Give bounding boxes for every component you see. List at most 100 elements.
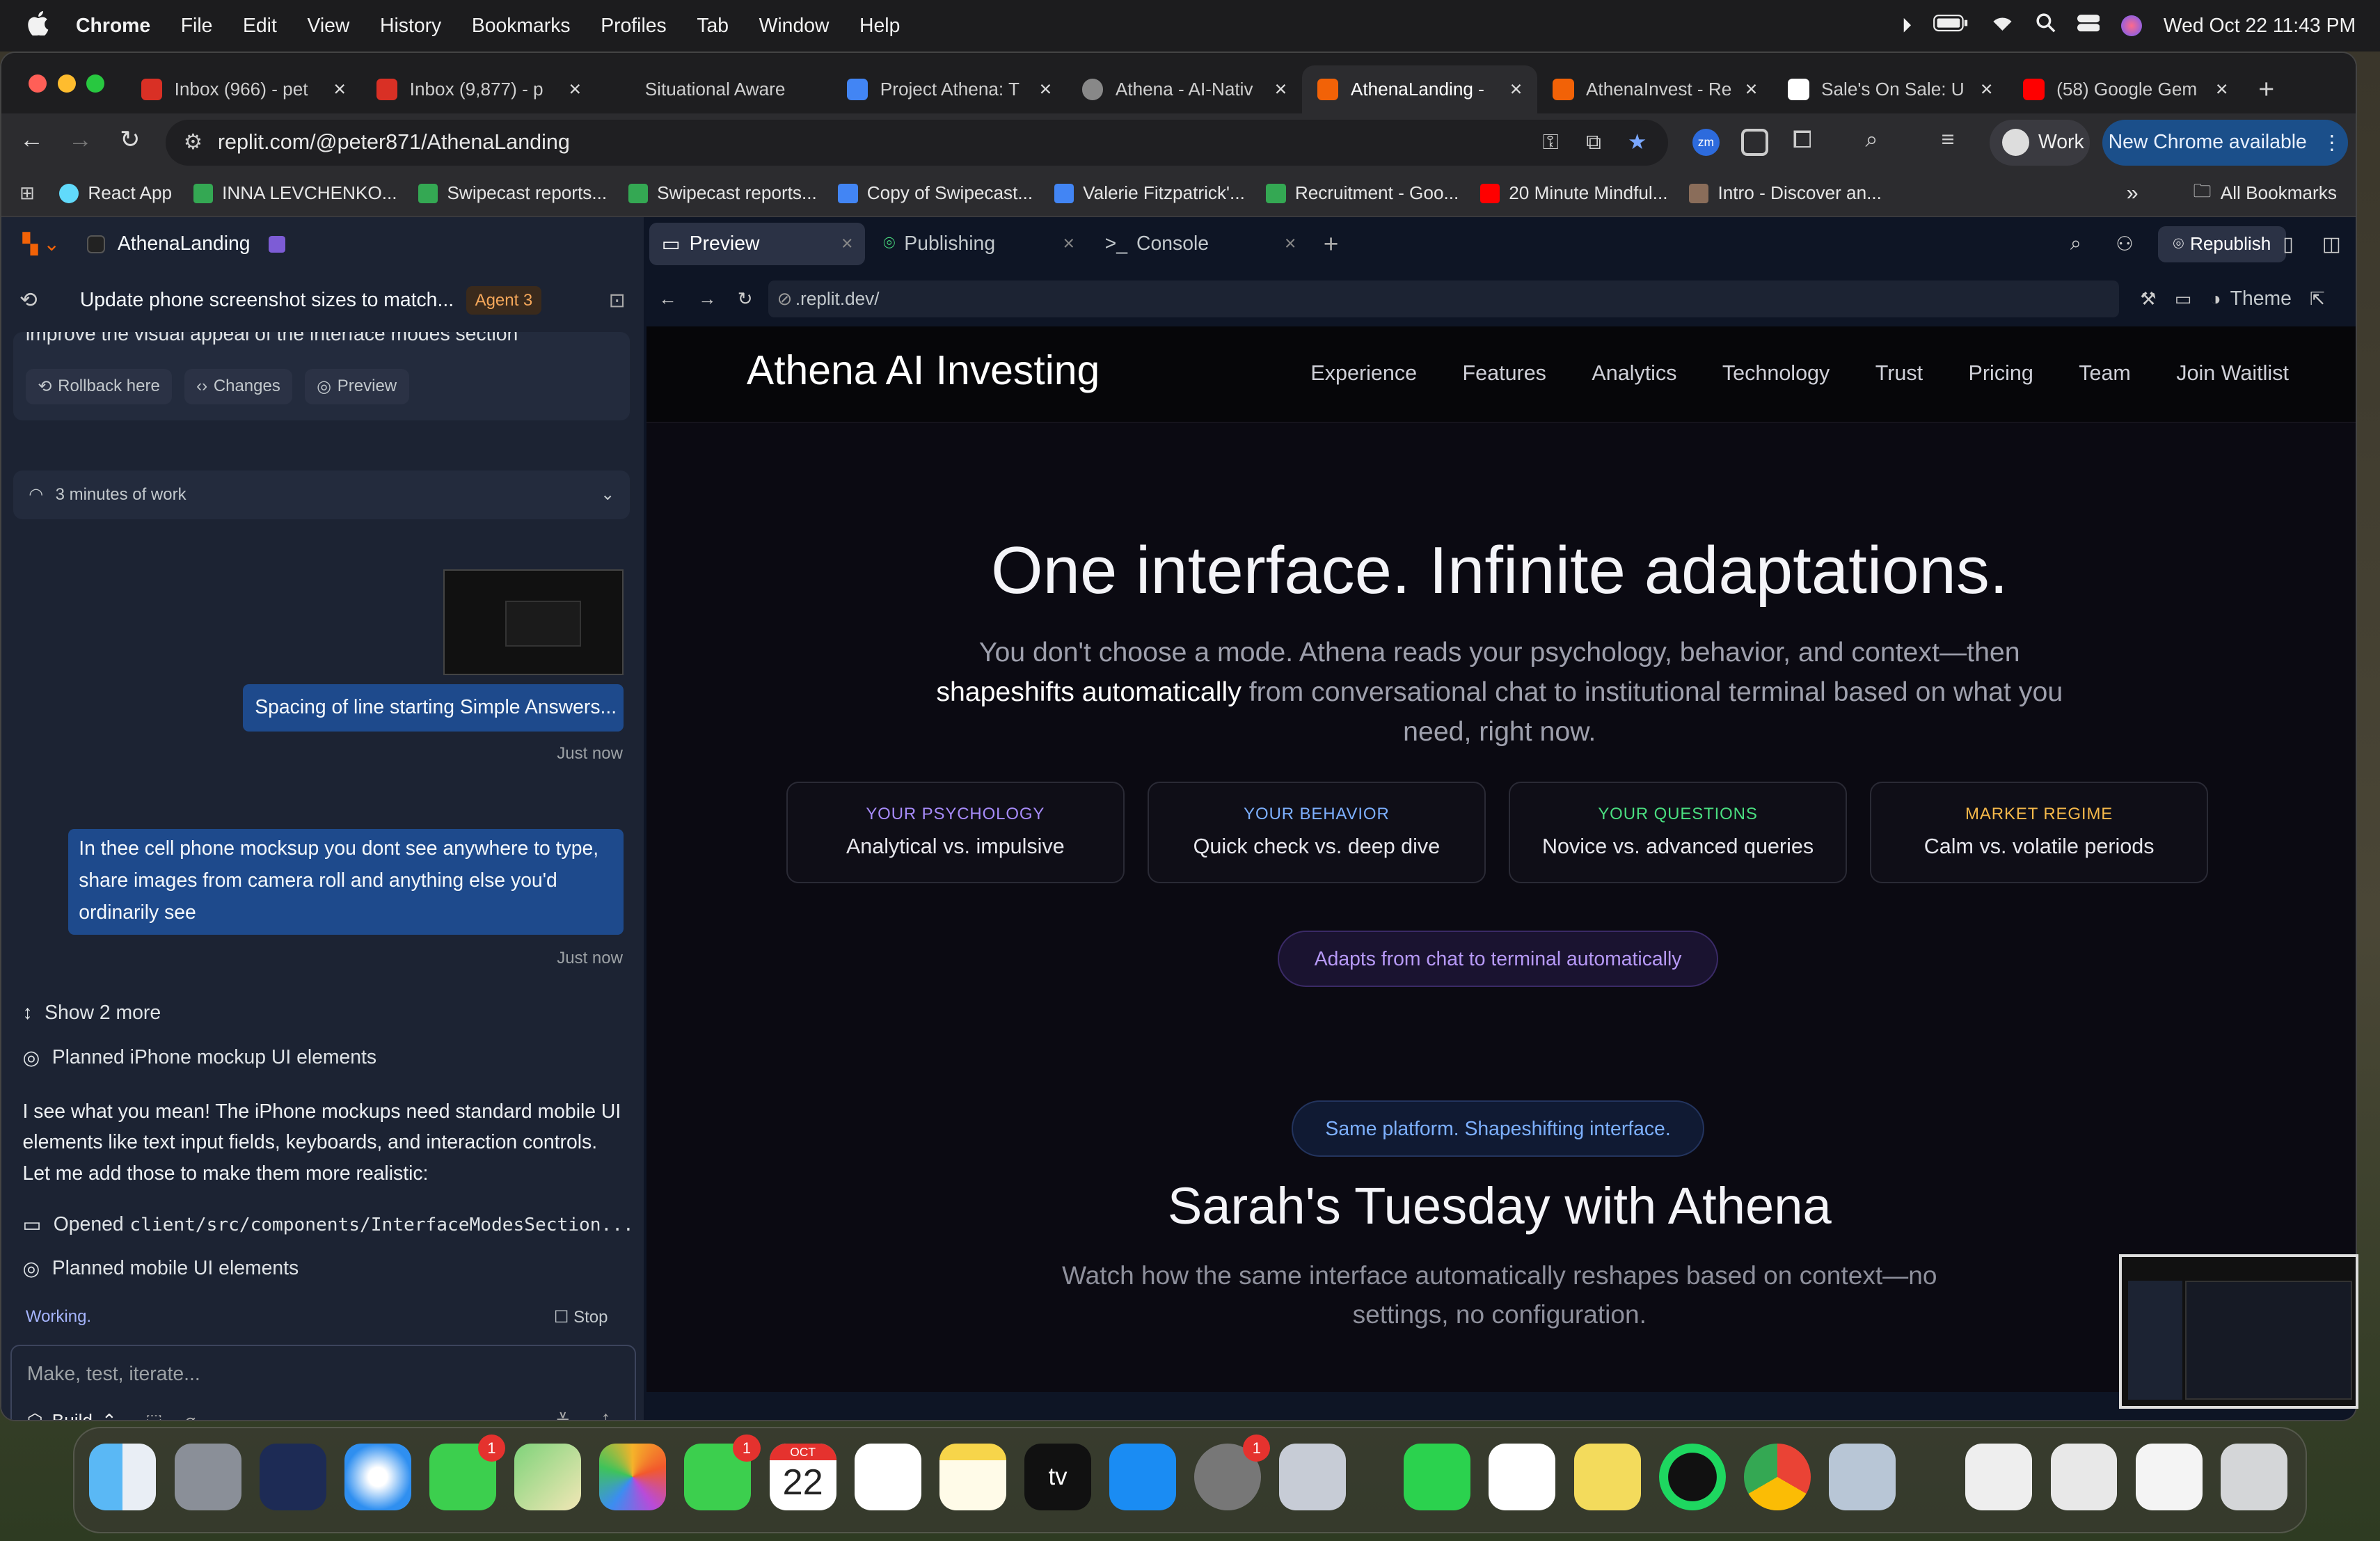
- control-center-icon[interactable]: [2077, 13, 2100, 38]
- tab-preview[interactable]: ▭ Preview ×: [649, 223, 866, 266]
- nav-team[interactable]: Team: [2079, 361, 2131, 386]
- menu-app-name[interactable]: Chrome: [76, 15, 150, 38]
- layout-toggle-icon[interactable]: ▯: [2283, 232, 2294, 256]
- split-pane-icon[interactable]: ◫: [2322, 232, 2341, 256]
- bookmark-item[interactable]: Swipecast reports...: [418, 182, 607, 204]
- reminders-icon[interactable]: [854, 1444, 921, 1511]
- preview-forward-icon[interactable]: →: [698, 288, 716, 310]
- new-chrome-available-button[interactable]: New Chrome available ⋮: [2102, 120, 2348, 166]
- bookmark-star-icon[interactable]: ★: [1628, 130, 1647, 155]
- document-stack-icon[interactable]: [1965, 1444, 2033, 1511]
- replit-logo-icon[interactable]: ▚ ⌄: [23, 232, 60, 256]
- trash-icon[interactable]: [2220, 1444, 2287, 1511]
- whatsapp-icon[interactable]: [1404, 1444, 1471, 1511]
- preview-reload-icon[interactable]: ↻: [738, 288, 753, 310]
- close-tab-icon[interactable]: ×: [1510, 77, 1523, 102]
- bookmark-item[interactable]: Valerie Fitzpatrick'...: [1054, 182, 1245, 204]
- menu-help[interactable]: Help: [859, 15, 900, 38]
- messages-icon[interactable]: 1: [429, 1434, 506, 1511]
- facetime-icon[interactable]: 1: [684, 1434, 761, 1511]
- minimize-window-button[interactable]: [57, 74, 76, 93]
- nav-features[interactable]: Features: [1463, 361, 1546, 386]
- preview-url-field[interactable]: ⊘ .replit.dev/: [768, 280, 2119, 317]
- downloads-stack-icon[interactable]: [2135, 1444, 2203, 1511]
- attached-screenshot-thumbnail[interactable]: [443, 569, 624, 676]
- browser-tab[interactable]: Situational Aware: [596, 65, 832, 114]
- system-settings-icon[interactable]: 1: [1194, 1434, 1271, 1511]
- extension-icon[interactable]: [1740, 129, 1768, 157]
- browser-tab[interactable]: Inbox (9,877) - p ×: [361, 65, 596, 114]
- close-window-button[interactable]: [29, 74, 47, 93]
- menu-view[interactable]: View: [307, 15, 349, 38]
- new-chat-icon[interactable]: ⊡: [609, 289, 626, 313]
- apple-tv-icon[interactable]: tv: [1024, 1444, 1092, 1511]
- zoom-extension-icon[interactable]: zm: [1692, 129, 1720, 157]
- nav-technology[interactable]: Technology: [1722, 361, 1830, 386]
- close-tab-icon[interactable]: ×: [841, 232, 853, 255]
- apps-grid-icon[interactable]: ⊞: [19, 182, 35, 204]
- apple-icon[interactable]: [27, 10, 49, 41]
- new-tab-button[interactable]: +: [2243, 65, 2288, 114]
- back-icon[interactable]: ←: [19, 126, 44, 154]
- tab-search-icon[interactable]: ⌕: [1865, 126, 1878, 153]
- history-icon[interactable]: ⟲: [19, 288, 38, 313]
- address-bar[interactable]: ⚙ replit.com/@peter871/AthenaLanding ⚿ ⧉…: [165, 120, 1668, 166]
- clock-datetime[interactable]: Wed Oct 22 11:43 PM: [2164, 15, 2356, 38]
- chat-title[interactable]: Update phone screenshot sizes to match..…: [80, 289, 454, 312]
- close-tab-icon[interactable]: ×: [1285, 232, 1296, 255]
- nav-join-waitlist[interactable]: Join Waitlist: [2176, 361, 2289, 386]
- battery-icon[interactable]: [1933, 14, 1969, 38]
- menu-history[interactable]: History: [380, 15, 441, 38]
- slack-icon[interactable]: [1489, 1444, 1556, 1511]
- forward-icon[interactable]: →: [68, 126, 93, 154]
- device-icon[interactable]: ▭: [2175, 288, 2192, 310]
- changes-button[interactable]: ‹› Changes: [184, 368, 293, 404]
- bookmark-item[interactable]: Swipecast reports...: [628, 182, 817, 204]
- finder-icon[interactable]: [89, 1444, 157, 1511]
- theme-button[interactable]: Theme: [2230, 287, 2292, 310]
- search-icon[interactable]: ⌕: [2070, 232, 2081, 255]
- screenshot-stack-icon[interactable]: [2050, 1444, 2118, 1511]
- nav-experience[interactable]: Experience: [1310, 361, 1417, 386]
- notes-icon[interactable]: [939, 1444, 1006, 1511]
- menu-tab[interactable]: Tab: [697, 15, 729, 38]
- site-info-icon[interactable]: ⚙: [184, 130, 203, 155]
- theme-icon[interactable]: ◑: [2210, 288, 2221, 310]
- chat-input-box[interactable]: Make, test, iterate... ⬡ Build ⌃ ⬚ ⌀ ≚ ↑: [10, 1345, 636, 1420]
- browser-tab[interactable]: Sale's On Sale: U ×: [1772, 65, 2008, 114]
- invite-user-icon[interactable]: ⚇: [2116, 232, 2133, 256]
- spotlight-search-icon[interactable]: [2036, 13, 2056, 38]
- rollback-button[interactable]: ⟲ Rollback here: [25, 368, 173, 404]
- bookmark-item[interactable]: 20 Minute Mindful...: [1479, 182, 1668, 204]
- browser-tab[interactable]: (58) Google Gem ×: [2008, 65, 2243, 114]
- browser-tab-active[interactable]: AthenaLanding - ×: [1302, 65, 1538, 114]
- bookmarks-overflow-icon[interactable]: »: [2127, 181, 2139, 205]
- preview-back-icon[interactable]: ←: [658, 288, 676, 310]
- devtools-wrench-icon[interactable]: ⚒: [2140, 288, 2156, 310]
- nav-analytics[interactable]: Analytics: [1592, 361, 1676, 386]
- menu-file[interactable]: File: [181, 15, 213, 38]
- browser-tab[interactable]: AthenaInvest - Re ×: [1537, 65, 1772, 114]
- site-brand[interactable]: Athena AI Investing: [747, 347, 1100, 394]
- build-mode-button[interactable]: ⬡ Build ⌃: [27, 1410, 117, 1420]
- siri-icon[interactable]: [2120, 15, 2143, 37]
- menu-edit[interactable]: Edit: [243, 15, 277, 38]
- bookmark-item[interactable]: Intro - Discover an...: [1689, 182, 1882, 204]
- bookmark-item[interactable]: Copy of Swipecast...: [838, 182, 1033, 204]
- menu-window[interactable]: Window: [759, 15, 830, 38]
- close-tab-icon[interactable]: ×: [1745, 77, 1758, 102]
- zoom-window-button[interactable]: [86, 74, 105, 93]
- chrome-icon[interactable]: [1743, 1444, 1811, 1511]
- stop-button[interactable]: ☐ Stop: [554, 1307, 608, 1327]
- maps-icon[interactable]: [514, 1444, 582, 1511]
- close-tab-icon[interactable]: ×: [333, 77, 346, 102]
- menu-bookmarks[interactable]: Bookmarks: [472, 15, 571, 38]
- project-name[interactable]: AthenaLanding: [118, 232, 251, 255]
- bookmark-item[interactable]: INNA LEVCHENKO...: [193, 182, 397, 204]
- calendar-icon[interactable]: OCT 22: [769, 1444, 836, 1511]
- direct-mail-icon[interactable]: [259, 1444, 326, 1511]
- preview-button[interactable]: ◎ Preview: [304, 368, 409, 404]
- stickies-icon[interactable]: [1573, 1444, 1641, 1511]
- close-tab-icon[interactable]: ×: [1275, 77, 1287, 102]
- safari-icon[interactable]: [344, 1444, 411, 1511]
